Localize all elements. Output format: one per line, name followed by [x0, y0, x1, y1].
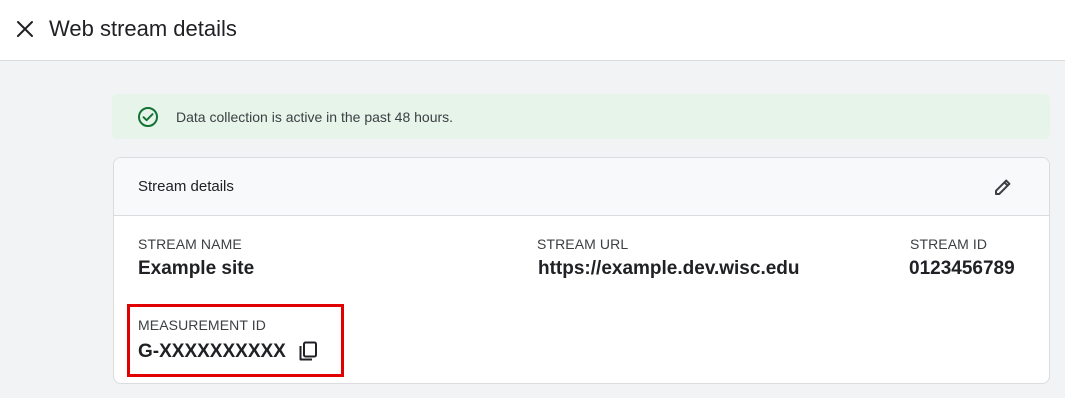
stream-id-label: STREAM ID [910, 236, 988, 252]
card-header: Stream details [114, 158, 1049, 216]
status-banner: Data collection is active in the past 48… [112, 94, 1050, 139]
banner-text: Data collection is active in the past 48… [176, 109, 454, 125]
top-bar: Web stream details [0, 0, 1065, 61]
edit-button[interactable] [991, 175, 1015, 199]
check-circle-icon [138, 107, 158, 127]
stream-url-label: STREAM URL [537, 236, 629, 252]
close-icon [17, 21, 33, 37]
stream-url-value: https://example.dev.wisc.edu [538, 258, 800, 279]
measurement-id-highlight [127, 304, 344, 377]
card-title: Stream details [138, 178, 234, 195]
page-title: Web stream details [49, 16, 237, 41]
stream-name-value: Example site [138, 258, 255, 279]
pencil-icon [995, 179, 1011, 195]
stream-id-value: 0123456789 [909, 258, 1015, 279]
stream-name-label: STREAM NAME [138, 236, 242, 252]
close-button[interactable] [10, 14, 40, 44]
